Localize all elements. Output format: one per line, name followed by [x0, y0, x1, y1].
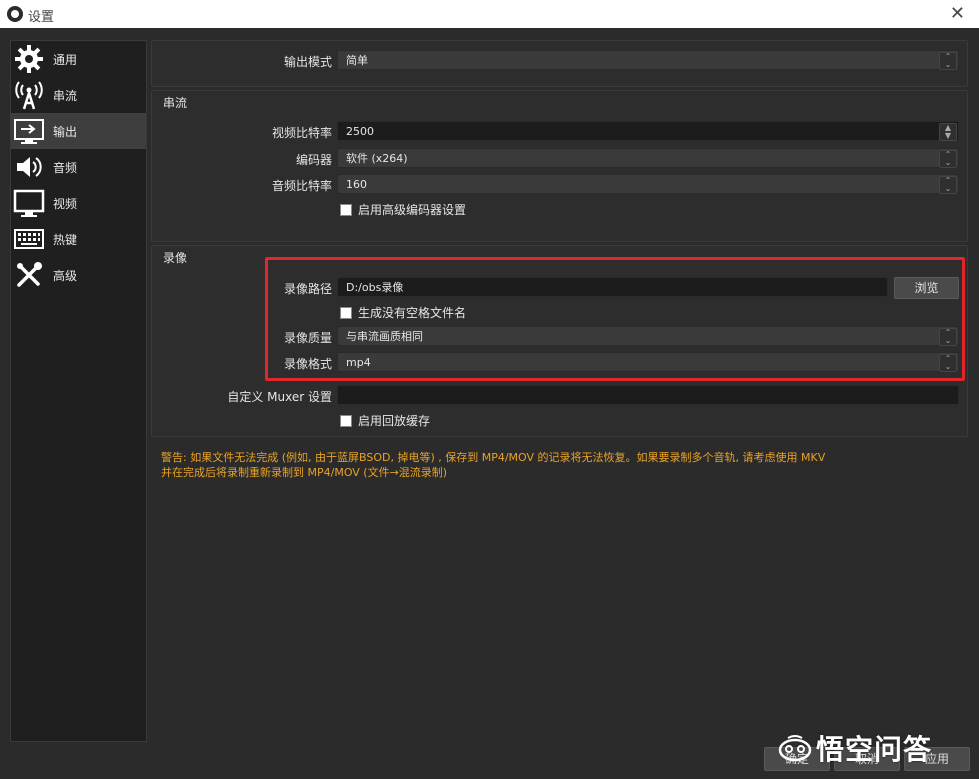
replay-buffer-checkbox[interactable] — [340, 414, 352, 427]
antenna-icon — [11, 77, 47, 113]
encoder-label: 编码器 — [295, 153, 332, 167]
sidebar-item-general[interactable]: 通用 — [11, 41, 146, 77]
close-icon[interactable]: ✕ — [950, 3, 965, 24]
streaming-panel-title: 串流 — [163, 96, 188, 110]
output-mode-label: 输出模式 — [283, 55, 332, 69]
gear-icon — [11, 41, 47, 77]
output-mode-select[interactable]: 简单 ⌃ ⌄ — [337, 50, 959, 70]
sidebar-item-label: 高级 — [53, 268, 78, 283]
output-icon — [11, 113, 47, 149]
audio-bitrate-value: 160 — [346, 178, 367, 191]
title-bar: 设置 ✕ — [0, 0, 979, 28]
sidebar-item-stream[interactable]: 串流 — [11, 77, 146, 113]
output-mode-panel: 输出模式 简单 ⌃ ⌄ — [151, 40, 968, 87]
sidebar-item-hotkeys[interactable]: 热键 — [11, 221, 146, 257]
advanced-encoder-checkbox[interactable] — [340, 203, 352, 216]
watermark-text: 悟空问答 — [816, 733, 933, 766]
sidebar-item-label: 音频 — [53, 160, 78, 175]
encoder-value: 软件 (x264) — [346, 152, 408, 165]
warning-line-1: 警告: 如果文件无法完成 (例如, 由于蓝屏BSOD, 掉电等) , 保存到 M… — [161, 451, 826, 464]
sidebar-item-label: 视频 — [53, 196, 78, 211]
advanced-encoder-checkbox-row[interactable]: 启用高级编码器设置 — [340, 201, 466, 218]
video-bitrate-label: 视频比特率 — [271, 126, 332, 140]
watermark: 悟空问答 — [778, 728, 932, 768]
audio-bitrate-label: 音频比特率 — [271, 179, 332, 193]
select-arrows-icon: ⌃ ⌄ — [939, 176, 957, 194]
obs-logo-icon — [7, 6, 23, 22]
advanced-encoder-label: 启用高级编码器设置 — [358, 203, 467, 217]
sidebar-item-label: 输出 — [53, 124, 78, 139]
sidebar-item-advanced[interactable]: 高级 — [11, 257, 146, 293]
highlight-box — [265, 257, 965, 381]
recording-panel-title: 录像 — [163, 251, 188, 265]
window-title: 设置 — [28, 10, 55, 25]
replay-buffer-label: 启用回放缓存 — [358, 414, 431, 428]
sidebar-item-video[interactable]: 视频 — [11, 185, 146, 221]
sidebar-item-output[interactable]: 输出 — [11, 113, 146, 149]
streaming-panel: 串流 视频比特率 2500 ▲ ▼ 编码器 软件 (x264) ⌃ ⌄ 音频比特率 … — [151, 90, 968, 242]
custom-muxer-label: 自定义 Muxer 设置 — [227, 390, 332, 404]
output-mode-value: 简单 — [346, 54, 368, 67]
select-arrows-icon: ⌃ ⌄ — [939, 150, 957, 168]
sidebar-item-label: 热键 — [53, 232, 78, 247]
encoder-select[interactable]: 软件 (x264) ⌃ ⌄ — [337, 148, 959, 168]
replay-buffer-row[interactable]: 启用回放缓存 — [340, 412, 430, 429]
keyboard-icon — [11, 221, 47, 257]
video-bitrate-input[interactable]: 2500 ▲ ▼ — [337, 121, 959, 141]
warning-line-2: 并在完成后将录制重新录制到 MP4/MOV (文件→混流录制) — [161, 466, 448, 479]
wukong-logo-icon — [778, 735, 812, 762]
custom-muxer-input[interactable] — [337, 385, 959, 405]
monitor-icon — [11, 185, 47, 221]
settings-content: 输出模式 简单 ⌃ ⌄ 串流 视频比特率 2500 ▲ ▼ 编码器 软件 (x264… — [151, 40, 968, 740]
select-arrows-icon: ⌃ ⌄ — [939, 52, 957, 70]
sidebar-item-label: 串流 — [53, 88, 78, 103]
sidebar-item-label: 通用 — [53, 52, 78, 67]
speaker-icon — [11, 149, 47, 185]
settings-sidebar: 通用 串流 输出 音频 视频 热键 高级 — [10, 40, 147, 742]
sidebar-item-audio[interactable]: 音频 — [11, 149, 146, 185]
video-bitrate-value: 2500 — [346, 125, 374, 138]
tools-icon — [11, 257, 47, 293]
spinbox-arrows-icon[interactable]: ▲ ▼ — [939, 123, 957, 141]
recording-warning: 警告: 如果文件无法完成 (例如, 由于蓝屏BSOD, 掉电等) , 保存到 M… — [161, 450, 961, 480]
audio-bitrate-select[interactable]: 160 ⌃ ⌄ — [337, 174, 959, 194]
